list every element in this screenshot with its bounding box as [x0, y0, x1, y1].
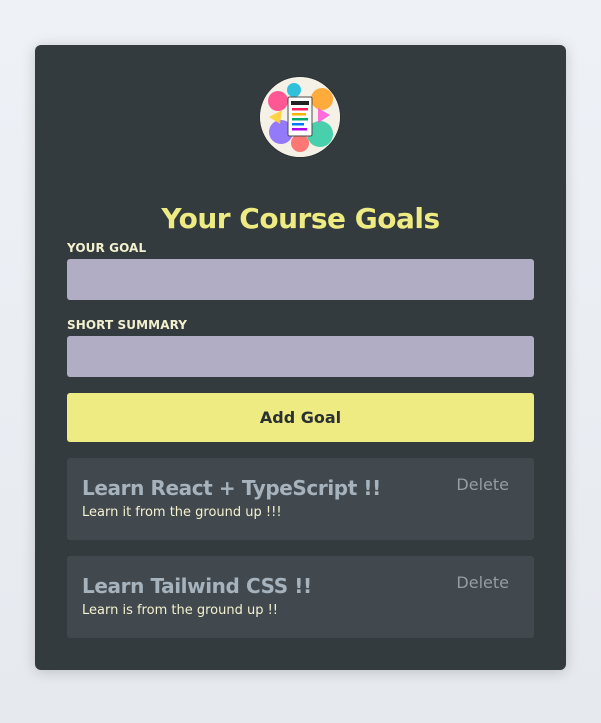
- goal-title: Learn Tailwind CSS !!: [82, 574, 312, 598]
- goal-title: Learn React + TypeScript !!: [82, 476, 381, 500]
- summary-label: SHORT SUMMARY: [67, 318, 188, 332]
- page-title: Your Course Goals: [161, 201, 440, 235]
- goal-card: Learn Tailwind CSS !! Learn is from the …: [67, 556, 534, 638]
- add-goal-button[interactable]: Add Goal: [67, 393, 534, 442]
- goals-logo-image: [260, 77, 340, 157]
- goal-card: Learn React + TypeScript !! Learn it fro…: [67, 458, 534, 540]
- delete-goal-button[interactable]: Delete: [456, 573, 509, 592]
- delete-goal-button[interactable]: Delete: [456, 475, 509, 494]
- goal-input[interactable]: [67, 259, 534, 300]
- goal-label: YOUR GOAL: [67, 241, 147, 255]
- course-goals-panel: Your Course Goals YOUR GOAL SHORT SUMMAR…: [35, 45, 566, 670]
- goal-summary: Learn is from the ground up !!: [82, 603, 279, 618]
- goal-summary: Learn it from the ground up !!!: [82, 505, 282, 520]
- summary-input[interactable]: [67, 336, 534, 377]
